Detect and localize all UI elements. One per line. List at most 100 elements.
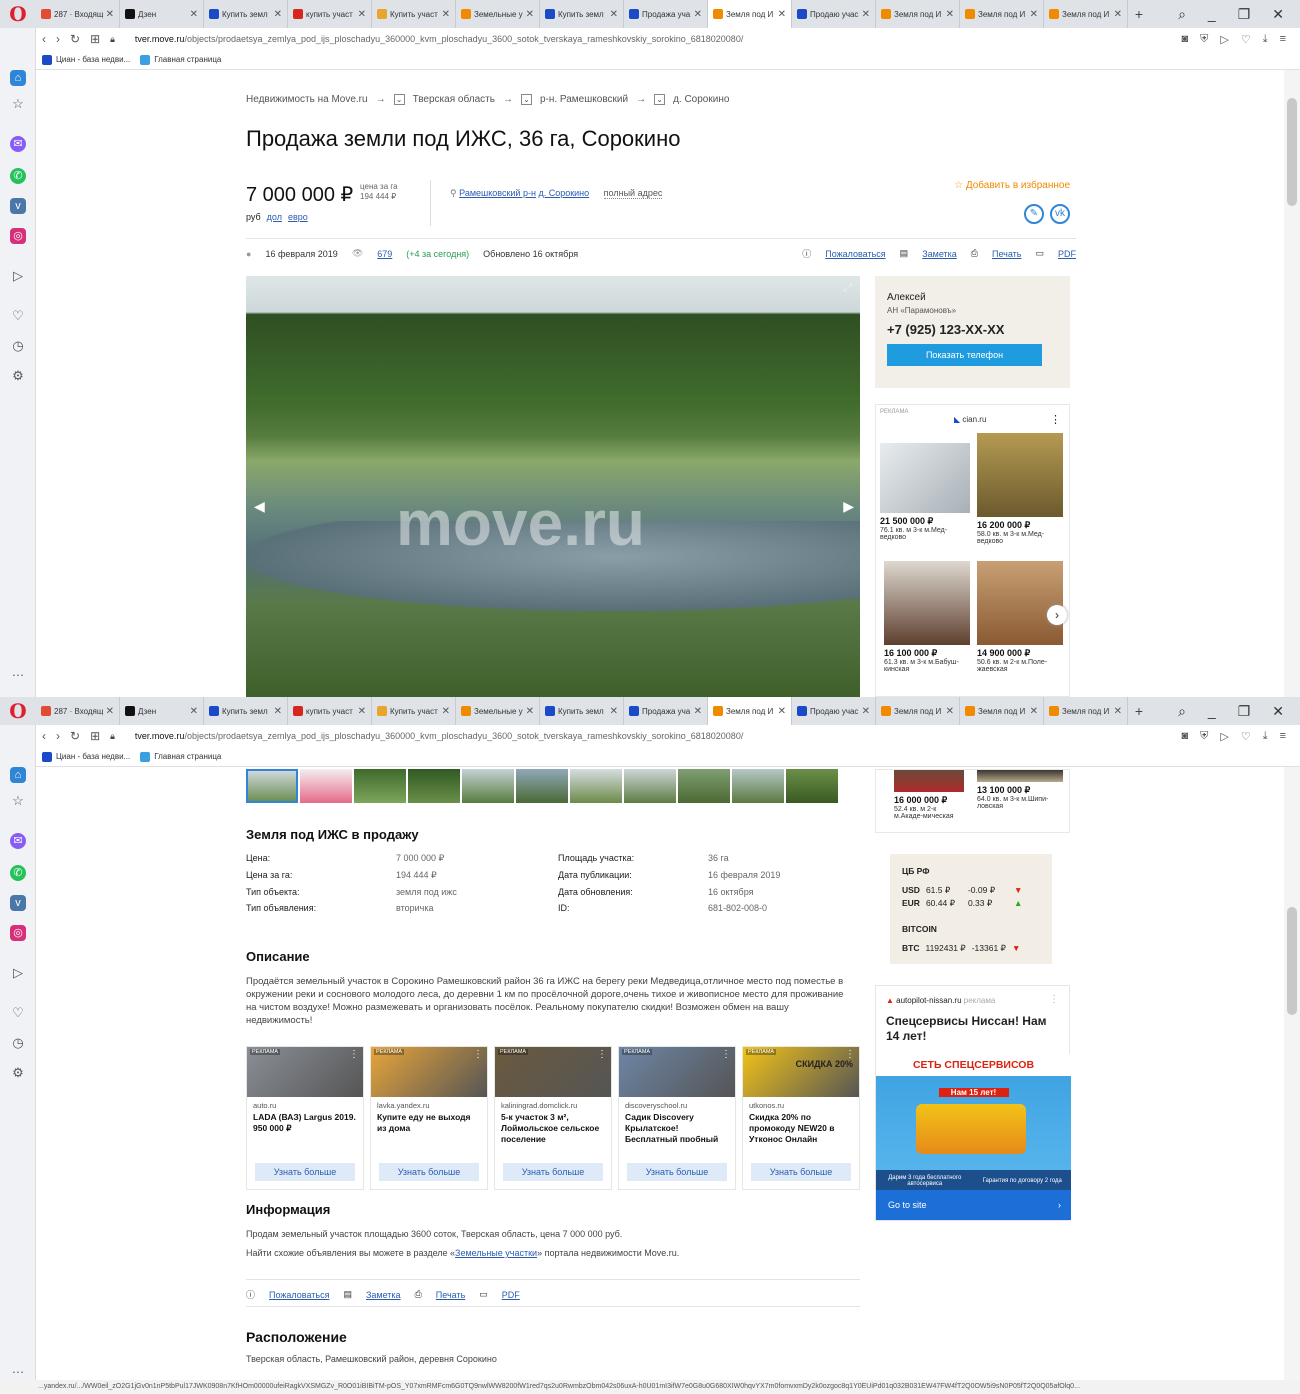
chevron-down-icon[interactable]: ⌄: [654, 94, 666, 105]
grid-icon[interactable]: ⊞: [90, 729, 100, 743]
browser-tab[interactable]: Земля под И ✕: [876, 697, 960, 725]
note-link[interactable]: Заметка: [366, 1290, 401, 1300]
more-vertical-icon[interactable]: ⋮: [349, 1049, 359, 1060]
history-icon[interactable]: ◷: [10, 1035, 26, 1051]
breadcrumb-item[interactable]: Недвижимость на Move.ru: [246, 94, 368, 105]
instagram-icon[interactable]: ◎: [10, 228, 26, 244]
tab-close-icon[interactable]: ✕: [610, 706, 618, 717]
tab-close-icon[interactable]: ✕: [946, 9, 954, 20]
shield-icon[interactable]: ⛨: [1200, 730, 1208, 743]
browser-tab[interactable]: купить участ ✕: [288, 0, 372, 28]
minimize-icon[interactable]: _: [1208, 6, 1216, 23]
restore-icon[interactable]: ❐: [1238, 6, 1251, 23]
nissan-ad[interactable]: ▲ autopilot-nissan.ru реклама ⋮ Спецсерв…: [875, 985, 1071, 1221]
tab-close-icon[interactable]: ✕: [526, 9, 534, 20]
fullscreen-icon[interactable]: ⤢: [843, 282, 852, 295]
more-vertical-icon[interactable]: ⋮: [721, 1049, 731, 1060]
browser-tab[interactable]: Земельные у ✕: [456, 697, 540, 725]
browser-tab[interactable]: Продаю учас ✕: [792, 697, 876, 725]
browser-tab[interactable]: 287 · Входящ ✕: [36, 697, 120, 725]
tab-close-icon[interactable]: ✕: [358, 9, 366, 20]
flow-icon[interactable]: ▷: [10, 268, 26, 284]
currency-rub[interactable]: руб: [246, 212, 261, 222]
go-to-site-button[interactable]: Go to site ›: [876, 1190, 1071, 1220]
instagram-icon[interactable]: ◎: [10, 925, 26, 941]
send-icon[interactable]: ▷: [1220, 33, 1228, 46]
browser-tab[interactable]: Продаю учас ✕: [792, 0, 876, 28]
address-bar[interactable]: ‹ › ↻ ⊞ 🔒︎ tver.move.ru/objects/prodaets…: [36, 28, 1300, 50]
full-address-toggle[interactable]: полный адрес: [603, 188, 663, 199]
browser-tab[interactable]: Продажа уча ✕: [624, 697, 708, 725]
ad-card[interactable]: 16 100 000 ₽61.3 кв. м 3-к м.Бабуш-кинск…: [884, 561, 970, 673]
thumbnail[interactable]: [462, 769, 514, 803]
ad-tile[interactable]: РЕКЛАМА ⋮ kaliningrad.domclick.ru 5-к участ…: [494, 1046, 612, 1190]
home-icon[interactable]: ⌂: [10, 70, 26, 86]
tab-close-icon[interactable]: ✕: [946, 706, 954, 717]
ad-tile[interactable]: РЕКЛАМА ⋮ СКИДКА 20% utkonos.ru Скидка 20% п…: [742, 1046, 860, 1190]
complain-link[interactable]: Пожаловаться: [269, 1290, 329, 1300]
tab-close-icon[interactable]: ✕: [442, 706, 450, 717]
browser-tab[interactable]: Земля под И ✕: [960, 697, 1044, 725]
settings-icon[interactable]: ⚙: [10, 1065, 26, 1081]
reload-icon[interactable]: ↻: [70, 729, 80, 743]
thumbnail[interactable]: [408, 769, 460, 803]
ad-source[interactable]: kaliningrad.domclick.ru: [495, 1097, 611, 1112]
print-link[interactable]: Печать: [436, 1290, 465, 1300]
learn-more-button[interactable]: Узнать больше: [503, 1163, 603, 1181]
land-section-link[interactable]: Земельные участки: [455, 1248, 537, 1258]
browser-logo[interactable]: O: [0, 697, 36, 725]
search-icon[interactable]: ⌕: [1178, 703, 1186, 720]
more-icon[interactable]: …: [10, 1361, 26, 1377]
shield-icon[interactable]: ⛨: [1200, 33, 1208, 46]
close-icon[interactable]: ✕: [1272, 703, 1284, 720]
address-bar[interactable]: ‹ › ↻ ⊞ 🔒︎ tver.move.ru/objects/prodaets…: [36, 725, 1300, 747]
ad-tile[interactable]: РЕКЛАМА ⋮ discoveryschool.ru Садик Discover…: [618, 1046, 736, 1190]
messenger-icon[interactable]: ✉: [10, 833, 26, 849]
tab-close-icon[interactable]: ✕: [106, 706, 114, 717]
browser-tab[interactable]: Земля под И ✕: [1044, 697, 1128, 725]
tab-close-icon[interactable]: ✕: [1030, 9, 1038, 20]
history-icon[interactable]: ◷: [10, 338, 26, 354]
tab-close-icon[interactable]: ✕: [274, 9, 282, 20]
ad-source[interactable]: discoveryschool.ru: [619, 1097, 735, 1112]
tab-close-icon[interactable]: ✕: [1114, 706, 1122, 717]
ad-card[interactable]: 16 000 000 ₽52.4 кв. м 2-к м.Акаде-мичес…: [894, 770, 964, 820]
restore-icon[interactable]: ❐: [1238, 703, 1251, 720]
complain-link[interactable]: Пожаловаться: [825, 249, 885, 259]
tab-close-icon[interactable]: ✕: [778, 706, 786, 717]
browser-tab[interactable]: Дзен ✕: [120, 697, 204, 725]
thumbnail[interactable]: [300, 769, 352, 803]
thumbnail[interactable]: [246, 769, 298, 803]
breadcrumb-item[interactable]: р-н. Рамешковский: [540, 94, 628, 105]
tab-close-icon[interactable]: ✕: [1030, 706, 1038, 717]
tab-close-icon[interactable]: ✕: [1114, 9, 1122, 20]
thumbnail[interactable]: [570, 769, 622, 803]
more-vertical-icon[interactable]: ⋮: [1049, 994, 1059, 1005]
browser-tab[interactable]: Купить земл ✕: [540, 697, 624, 725]
browser-tab[interactable]: Купить участ ✕: [372, 0, 456, 28]
tab-close-icon[interactable]: ✕: [358, 706, 366, 717]
browser-tab[interactable]: Купить земл ✕: [204, 0, 288, 28]
pdf-link[interactable]: PDF: [502, 1290, 520, 1300]
star-icon[interactable]: ☆: [10, 793, 26, 809]
browser-tab[interactable]: Купить земл ✕: [540, 0, 624, 28]
close-icon[interactable]: ✕: [1272, 6, 1284, 23]
new-tab-button[interactable]: +: [1128, 6, 1150, 22]
url-text[interactable]: tver.move.ru/objects/prodaetsya_zemlya_p…: [135, 34, 743, 44]
ad-source[interactable]: lavka.yandex.ru: [371, 1097, 487, 1112]
browser-logo[interactable]: O: [0, 0, 36, 28]
whatsapp-icon[interactable]: ✆: [10, 168, 26, 184]
browser-tab[interactable]: Земля под И ✕: [876, 0, 960, 28]
scrollbar-thumb[interactable]: [1287, 907, 1297, 1015]
browser-tab[interactable]: Земля под И ✕: [708, 0, 792, 28]
browser-tab[interactable]: Дзен ✕: [120, 0, 204, 28]
tab-close-icon[interactable]: ✕: [190, 706, 198, 717]
learn-more-button[interactable]: Узнать больше: [627, 1163, 727, 1181]
thumbnail[interactable]: [786, 769, 838, 803]
edit-icon[interactable]: ✎: [1024, 204, 1044, 224]
ad-title[interactable]: Скидка 20% по промокоду NEW20 в Утконос …: [743, 1112, 859, 1142]
thumbnail[interactable]: [354, 769, 406, 803]
breadcrumb-item[interactable]: Тверская область: [413, 94, 495, 105]
bookmark-home[interactable]: Главная страница: [140, 751, 221, 762]
heart-icon[interactable]: ♡: [10, 1005, 26, 1021]
